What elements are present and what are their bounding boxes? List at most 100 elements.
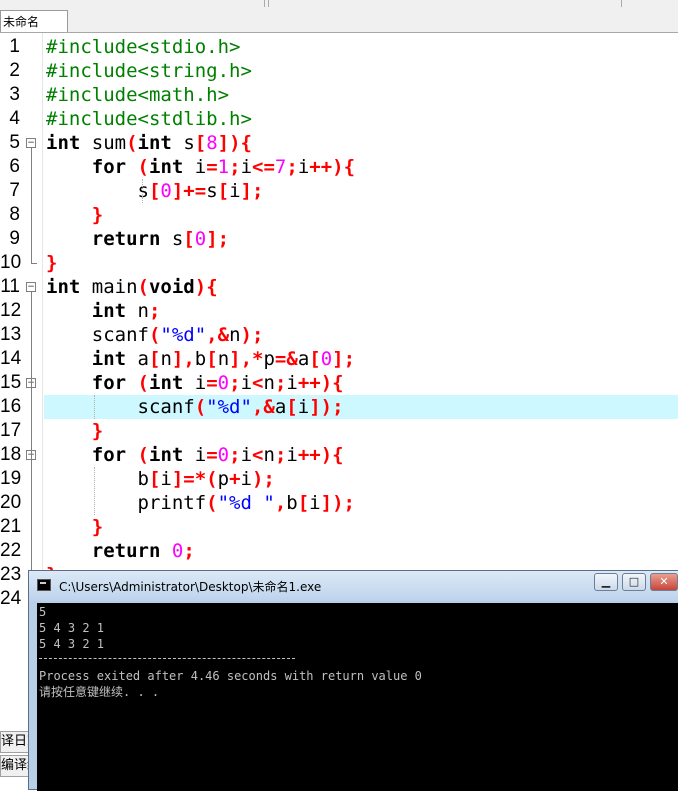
code-token: n <box>263 372 275 394</box>
code-token: ,& <box>206 324 230 346</box>
code-token: i <box>286 444 298 466</box>
code-token: int <box>91 348 127 370</box>
compile-log-tab[interactable]: 译日志 <box>0 731 30 753</box>
line-number: 3 <box>9 84 20 105</box>
console-output-area[interactable]: 5 5 4 3 2 1 5 4 3 2 1 Process exited aft… <box>37 603 678 791</box>
code-line[interactable]: } <box>46 203 103 227</box>
line-number: 19 <box>0 468 22 489</box>
code-token: ]); <box>320 492 355 514</box>
fold-toggle-icon[interactable]: − <box>26 282 36 292</box>
code-token: ); <box>240 324 264 346</box>
code-token: "%d" <box>206 396 252 418</box>
code-line[interactable]: for (int i=1;i<=7;i++){ <box>46 155 355 179</box>
code-token: i <box>297 156 310 178</box>
code-token: void <box>148 276 195 298</box>
code-token: [ <box>297 492 310 514</box>
code-token: i <box>286 372 298 394</box>
code-token: b <box>286 492 298 514</box>
code-token: = <box>206 444 218 466</box>
code-token: ; <box>229 444 241 466</box>
code-line[interactable]: } <box>46 251 57 275</box>
code-token: i <box>240 156 253 178</box>
code-token: ( <box>148 324 161 346</box>
code-token: b <box>194 348 207 370</box>
code-token: for <box>91 372 127 394</box>
code-token: ; <box>229 156 241 178</box>
code-token: ,& <box>251 396 275 418</box>
code-line[interactable]: #include<math.h> <box>46 83 229 107</box>
line-number: 9 <box>9 228 20 249</box>
code-token: for <box>91 444 127 466</box>
code-line[interactable]: } <box>46 419 103 443</box>
code-token: #include<math.h> <box>46 84 230 106</box>
indent-guide <box>94 467 95 515</box>
code-line[interactable]: scanf("%d",&n); <box>46 323 264 347</box>
maximize-button[interactable]: □ <box>622 573 646 591</box>
code-token: 0 <box>217 372 230 394</box>
code-line[interactable]: s[0]+=s[i]; <box>46 179 264 203</box>
code-token: ]; <box>206 228 230 250</box>
code-line[interactable]: b[i]=*(p+i); <box>46 467 275 491</box>
code-token: i <box>183 372 207 394</box>
toolbar-segment-left <box>0 0 265 7</box>
code-token: [ <box>148 468 161 490</box>
line-number: 13 <box>0 324 22 345</box>
indent-guide <box>142 179 143 203</box>
code-line[interactable]: int main(void){ <box>46 275 218 299</box>
close-button[interactable]: ✕ <box>650 573 678 591</box>
code-line[interactable]: for (int i=0;i<n;i++){ <box>46 443 344 467</box>
code-token: } <box>46 252 58 274</box>
code-line[interactable]: int a[n],b[n],*p=&a[0]; <box>46 347 355 371</box>
file-tab[interactable]: 未命名1.cpp <box>0 10 68 51</box>
code-token: #include<string.h> <box>46 60 252 82</box>
code-token: i <box>240 372 253 394</box>
code-line[interactable]: scanf("%d",&a[i]); <box>46 395 344 419</box>
code-line[interactable]: #include<string.h> <box>46 59 252 83</box>
code-token: p <box>263 348 275 370</box>
code-token: int <box>149 156 184 178</box>
code-token: int <box>91 300 127 322</box>
code-token: i <box>183 444 207 466</box>
code-line[interactable]: printf("%d ",b[i]); <box>46 491 355 515</box>
code-token: main <box>80 276 138 298</box>
console-title: C:\Users\Administrator\Desktop\未命名1.exe <box>59 580 322 594</box>
code-line[interactable]: for (int i=0;i<n;i++){ <box>46 371 344 395</box>
code-line[interactable]: int n; <box>46 299 161 323</box>
code-token: ; <box>229 372 241 394</box>
fold-line <box>31 292 32 575</box>
code-token: ], <box>171 348 195 370</box>
code-line[interactable]: #include<stdlib.h> <box>46 107 252 131</box>
code-token: "%d " <box>217 492 275 514</box>
code-token: ; <box>274 444 287 466</box>
code-token: ; <box>148 300 161 322</box>
compile-result-tab[interactable]: 编译结 <box>0 755 30 777</box>
code-token: [ <box>206 348 218 370</box>
code-token: } <box>91 204 104 226</box>
code-token: i <box>160 468 172 490</box>
code-token: i <box>183 156 207 178</box>
code-line[interactable]: int sum(int s[8]){ <box>46 131 252 155</box>
code-token: s <box>160 228 184 250</box>
line-number: 10 <box>0 252 22 273</box>
console-titlebar[interactable]: C:\Users\Administrator\Desktop\未命名1.exe … <box>29 571 678 601</box>
minimize-button[interactable]: ▁ <box>594 573 618 591</box>
code-token: printf <box>46 492 207 514</box>
code-token: 0 <box>171 540 184 562</box>
code-token: s <box>171 132 195 154</box>
code-token: ]+= <box>171 180 207 202</box>
code-line[interactable]: return s[0]; <box>46 227 229 251</box>
code-line[interactable]: #include<stdio.h> <box>46 35 240 59</box>
code-line[interactable]: return 0; <box>46 539 195 563</box>
console-window[interactable]: C:\Users\Administrator\Desktop\未命名1.exe … <box>28 570 678 791</box>
line-number: 14 <box>0 348 22 369</box>
code-token: [ <box>217 180 230 202</box>
fold-toggle-icon[interactable]: − <box>26 138 36 148</box>
code-line[interactable]: } <box>46 515 103 539</box>
code-token: ]=*( <box>171 468 218 490</box>
code-token: int <box>46 132 81 154</box>
